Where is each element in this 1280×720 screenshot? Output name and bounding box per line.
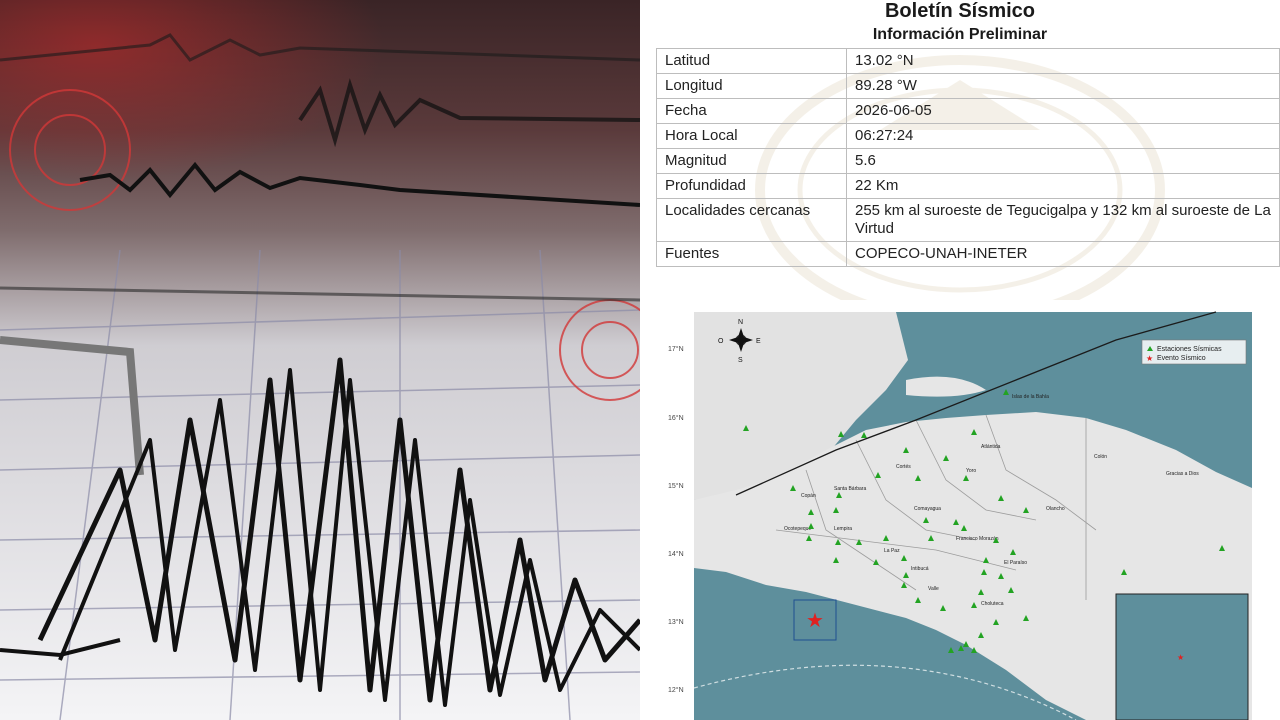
row-value: 89.28 °W bbox=[846, 73, 1280, 99]
row-value: COPECO-UNAH-INETER bbox=[846, 241, 1280, 267]
row-local-time: Hora Local 06:27:24 bbox=[656, 123, 1280, 149]
row-sources: Fuentes COPECO-UNAH-INETER bbox=[656, 241, 1280, 267]
place-label: Colón bbox=[1094, 454, 1107, 460]
row-value: 5.6 bbox=[846, 148, 1280, 174]
epicenter-map: 17°N 16°N 15°N 14°N 13°N 12°N N S E O Es… bbox=[656, 300, 1280, 720]
lat-label: 13°N bbox=[668, 618, 684, 626]
place-label: Lempira bbox=[834, 526, 852, 532]
legend-event: Evento Sísmico bbox=[1157, 355, 1206, 362]
row-longitude: Longitud 89.28 °W bbox=[656, 73, 1280, 99]
lat-label: 17°N bbox=[668, 345, 684, 353]
row-latitude: Latitud 13.02 °N bbox=[656, 48, 1280, 74]
row-label: Longitud bbox=[656, 73, 847, 99]
bulletin-subtitle: Información Preliminar bbox=[872, 26, 1048, 43]
lat-label: 14°N bbox=[668, 550, 684, 558]
row-label: Profundidad bbox=[656, 173, 847, 199]
row-label: Fuentes bbox=[656, 241, 847, 267]
row-label: Hora Local bbox=[656, 123, 847, 149]
place-label: Cortés bbox=[896, 464, 911, 470]
place-label: Islas de la Bahía bbox=[1012, 394, 1049, 400]
place-label: La Paz bbox=[884, 548, 900, 554]
place-label: Choluteca bbox=[981, 601, 1004, 607]
place-label: Valle bbox=[928, 586, 939, 592]
compass-e: E bbox=[756, 338, 761, 345]
place-label: Yoro bbox=[966, 468, 976, 474]
row-label: Fecha bbox=[656, 98, 847, 124]
place-label: Ocotepeque bbox=[784, 526, 811, 532]
row-nearby-places: Localidades cercanas 255 km al suroeste d… bbox=[656, 198, 1280, 242]
compass-n: N bbox=[738, 319, 743, 326]
place-label: Intibucá bbox=[911, 566, 929, 572]
row-magnitude: Magnitud 5.6 bbox=[656, 148, 1280, 174]
event-legend-icon: ★ bbox=[1146, 354, 1153, 363]
row-label: Localidades cercanas bbox=[656, 198, 847, 242]
row-value: 255 km al suroeste de Tegucigalpa y 132 … bbox=[846, 198, 1280, 242]
lat-axis: 17°N 16°N 15°N 14°N 13°N 12°N bbox=[668, 345, 684, 694]
row-value: 13.02 °N bbox=[846, 48, 1280, 74]
place-label: Santa Bárbara bbox=[834, 486, 866, 492]
legend-stations: Estaciones Sísmicas bbox=[1157, 346, 1222, 353]
bulletin-title: Boletín Sísmico bbox=[884, 0, 1036, 22]
bulletin-panel: Boletín Sísmico Información Preliminar L… bbox=[640, 0, 1280, 720]
place-label: Gracias a Dios bbox=[1166, 471, 1199, 477]
inset-map: ★ bbox=[1115, 593, 1249, 720]
lat-label: 12°N bbox=[668, 686, 684, 694]
place-label: Copán bbox=[801, 493, 816, 499]
row-label: Latitud bbox=[656, 48, 847, 74]
lat-label: 15°N bbox=[668, 482, 684, 490]
row-value: 22 Km bbox=[846, 173, 1280, 199]
compass-s: S bbox=[738, 357, 743, 364]
place-label: Francisco Morazán bbox=[956, 536, 999, 542]
lat-label: 16°N bbox=[668, 414, 684, 422]
place-label: Olancho bbox=[1046, 506, 1065, 512]
inset-event-star-icon: ★ bbox=[1177, 653, 1184, 662]
place-label: El Paraíso bbox=[1004, 560, 1027, 566]
compass-w: O bbox=[718, 338, 724, 345]
row-label: Magnitud bbox=[656, 148, 847, 174]
epicenter-star-icon: ★ bbox=[806, 610, 824, 632]
seismograph-photo bbox=[0, 0, 640, 720]
row-value: 06:27:24 bbox=[846, 123, 1280, 149]
map-legend: Estaciones Sísmicas ★ Evento Sísmico bbox=[1141, 339, 1247, 365]
place-label: Comayagua bbox=[914, 506, 941, 512]
row-value: 2026-06-05 bbox=[846, 98, 1280, 124]
place-label: Atlántida bbox=[981, 444, 1001, 450]
bulletin-table: Latitud 13.02 °N Longitud 89.28 °W Fecha 20… bbox=[656, 48, 1280, 267]
row-depth: Profundidad 22 Km bbox=[656, 173, 1280, 199]
row-date: Fecha 2026-06-05 bbox=[656, 98, 1280, 124]
